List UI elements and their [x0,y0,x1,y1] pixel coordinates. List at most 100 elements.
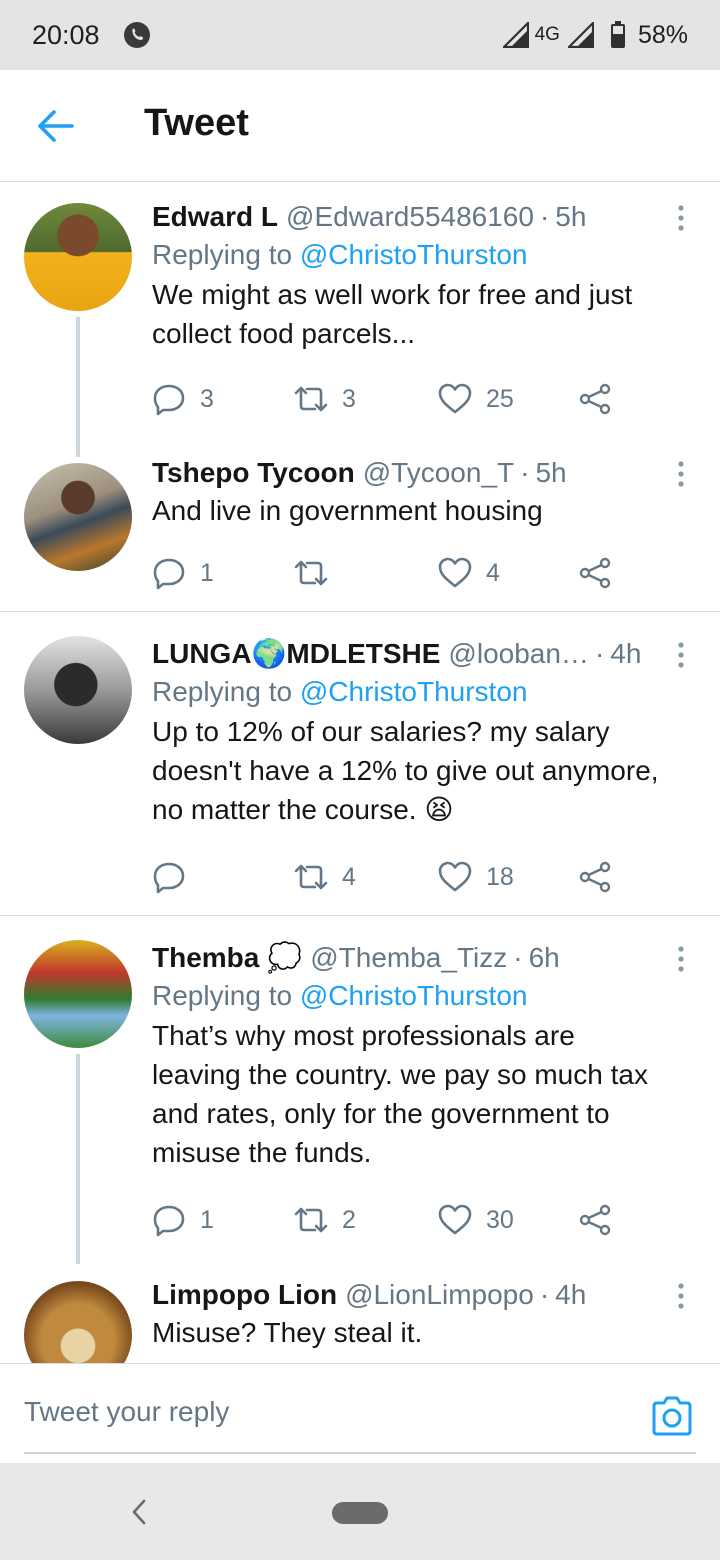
retweet-button[interactable] [294,553,342,593]
like-button[interactable]: 25 [438,379,514,419]
retweet-icon [294,386,328,412]
app-header: Tweet [0,70,720,182]
more-icon[interactable] [666,459,696,489]
battery-percentage: 58% [637,20,688,49]
system-nav-bar [0,1463,720,1560]
input-underline [24,1452,696,1454]
retweet-icon [294,1207,328,1233]
tweet[interactable]: Tshepo Tycoon @Tycoon_T · 5h And live in… [0,453,720,611]
like-button[interactable]: 4 [438,553,500,593]
like-count: 18 [486,862,514,891]
reply-button[interactable]: 1 [152,1200,214,1240]
avatar[interactable] [24,463,132,571]
mention-link[interactable]: @ChristoThurston [300,980,528,1011]
display-name[interactable]: Edward L [152,199,278,235]
share-button[interactable] [578,857,612,897]
tweet-header: Edward L @Edward55486160 · 5h [152,199,696,235]
avatar[interactable] [24,203,132,311]
tweet[interactable]: Edward L @Edward55486160 · 5h Replying t… [0,183,720,457]
display-name[interactable]: LUNGA🌍MDLETSHE [152,636,440,672]
mention-link[interactable]: @ChristoThurston [300,676,528,707]
tweet-text: And live in government housing [152,495,543,526]
display-name[interactable]: Themba [152,940,259,976]
like-icon [438,861,472,892]
tweet-text: Up to 12% of our salaries? my salary doe… [152,716,659,825]
tweet-text: That’s why most professionals are leavin… [152,1020,648,1168]
battery-icon [610,21,625,48]
nav-back-icon[interactable] [128,1497,150,1527]
status-icons: 4G 58% [502,20,688,50]
like-count: 4 [486,558,500,587]
tweet-feed[interactable]: Edward L @Edward55486160 · 5h Replying t… [0,183,720,1363]
thread-line [76,317,80,457]
reply-icon [153,862,185,894]
signal-icon [567,22,594,48]
retweet-button[interactable]: 3 [294,379,356,419]
replying-to: Replying to @ChristoThurston [152,239,528,270]
mention-link[interactable]: @ChristoThurston [300,239,528,270]
status-bar: 20:08 4G 58% [0,0,720,70]
avatar[interactable] [24,940,132,1048]
replying-to: Replying to @ChristoThurston [152,676,528,707]
back-arrow-icon[interactable] [36,106,76,146]
tweet-actions: 1 2 30 [152,1200,632,1240]
more-icon[interactable] [666,1281,696,1311]
retweet-button[interactable]: 2 [294,1200,356,1240]
retweet-icon [294,864,328,890]
page-title: Tweet [144,102,249,144]
share-icon [579,557,611,589]
tweet[interactable]: Limpopo Lion @LionLimpopo · 4h Misuse? T… [0,1273,720,1363]
handle[interactable]: @Themba_Tizz [310,940,507,976]
camera-icon[interactable] [650,1394,694,1438]
avatar[interactable] [24,636,132,744]
retweet-button[interactable]: 4 [294,857,356,897]
avatar[interactable] [24,1281,132,1363]
nav-home-pill[interactable] [332,1502,388,1524]
share-icon [579,1204,611,1236]
display-name[interactable]: Limpopo Lion [152,1277,337,1313]
globe-emoji: 🌍 [251,638,287,669]
tweet-text: Misuse? They steal it. [152,1317,423,1348]
timestamp: 4h [555,1279,587,1310]
share-icon [579,861,611,893]
replying-to: Replying to @ChristoThurston [152,980,528,1011]
reply-count: 1 [200,558,214,587]
share-button[interactable] [578,553,612,593]
tweet-actions: 1 4 [152,553,632,593]
like-button[interactable]: 18 [438,857,514,897]
reply-button[interactable]: 1 [152,553,214,593]
signal-icon [502,22,529,48]
tweet-header: Themba 💭 @Themba_Tizz · 6h [152,940,696,976]
retweet-count: 2 [342,1205,356,1234]
retweet-count: 4 [342,862,356,891]
share-button[interactable] [578,379,612,419]
more-icon[interactable] [666,944,696,974]
handle[interactable]: @looban… [448,636,589,672]
retweet-count: 3 [342,384,356,413]
like-button[interactable]: 30 [438,1200,514,1240]
display-name[interactable]: Tshepo Tycoon [152,455,355,491]
like-icon [438,557,472,588]
reply-icon [153,384,185,416]
timestamp: 5h [555,201,587,232]
reply-bar: Tweet your reply [0,1363,720,1463]
reply-button[interactable]: 3 [152,379,214,419]
tweet-text: We might as well work for free and just … [152,279,633,349]
more-icon[interactable] [666,203,696,233]
retweet-icon [294,560,328,586]
like-icon [438,383,472,414]
share-button[interactable] [578,1200,612,1240]
timestamp: 6h [528,942,560,973]
tweet-actions: 3 3 25 [152,379,632,419]
handle[interactable]: @Tycoon_T [363,455,514,491]
reply-button[interactable] [152,857,200,897]
tired-face-emoji: 😫 [424,794,454,825]
handle[interactable]: @LionLimpopo [345,1277,534,1313]
like-count: 30 [486,1205,514,1234]
whatsapp-icon [123,22,150,48]
reply-count: 3 [200,384,214,413]
reply-input[interactable]: Tweet your reply [24,1396,229,1428]
tweet-header: LUNGA🌍MDLETSHE @looban… · 4h [152,636,696,672]
handle[interactable]: @Edward55486160 [286,199,534,235]
more-icon[interactable] [666,640,696,670]
